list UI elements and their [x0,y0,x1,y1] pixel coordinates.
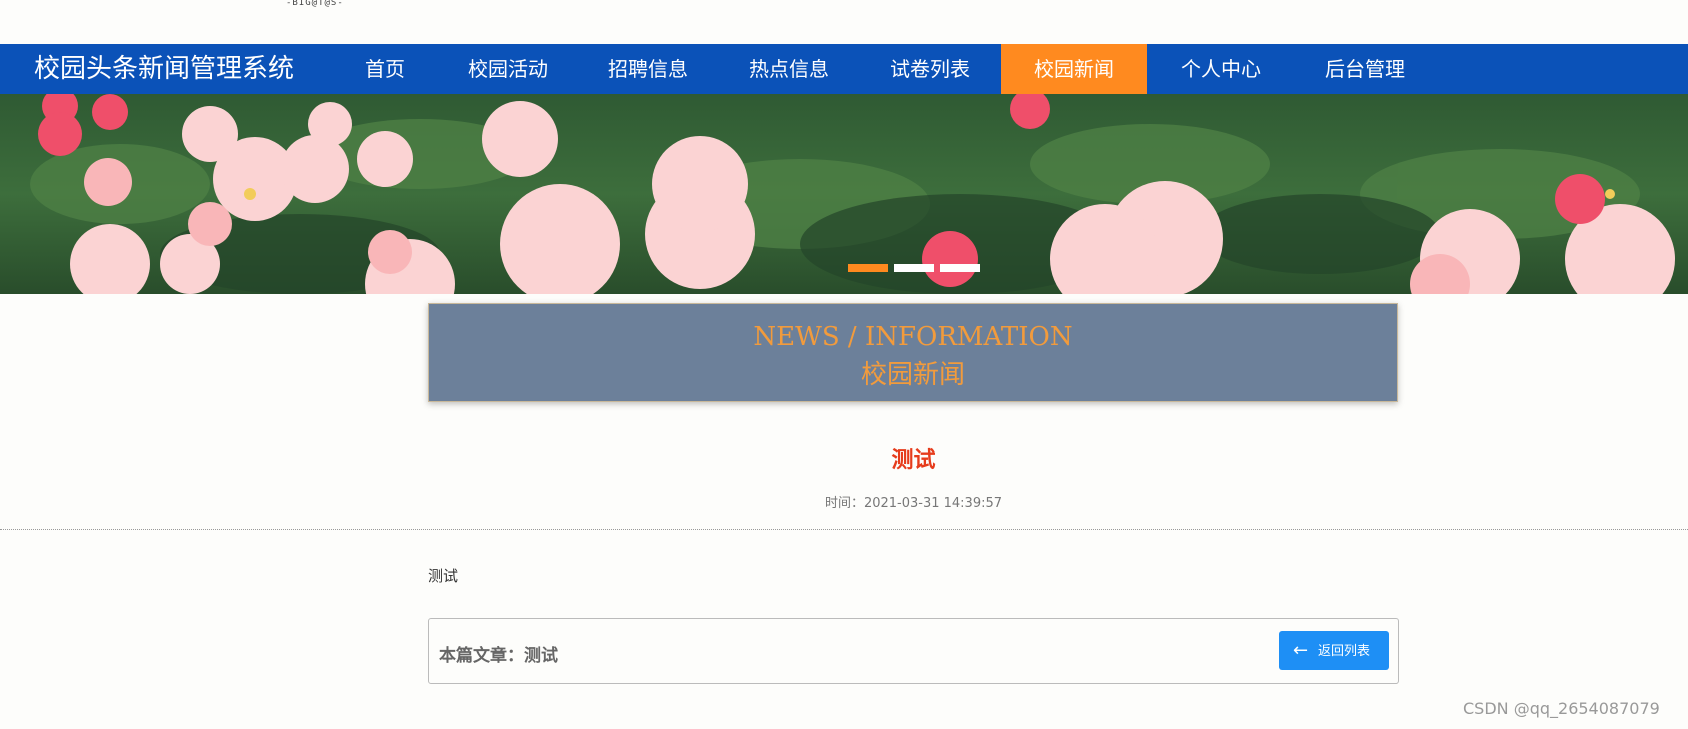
nav-item-personal-center[interactable]: 个人中心 [1171,44,1271,94]
nav-item-admin[interactable]: 后台管理 [1315,44,1415,94]
current-article-label: 本篇文章：测试 [439,646,558,666]
peony-banner-image [30,94,1675,294]
top-header: -BIG@T@S- [0,0,1688,44]
article-footer: 本篇文章：测试 ← 返回列表 [428,618,1399,684]
article-body: 测试 [428,567,459,585]
section-title-box: NEWS / INFORMATION 校园新闻 [428,303,1398,402]
section-title-cn: 校园新闻 [860,360,965,390]
banner-carousel[interactable] [0,94,1688,294]
carousel-dot-2[interactable] [894,264,934,272]
nav-item-campus-activities[interactable]: 校园活动 [458,44,558,94]
section-title-en: NEWS / INFORMATION [753,322,1073,352]
site-logo[interactable]: -BIG@T@S- [286,0,344,8]
nav-item-recruitment[interactable]: 招聘信息 [598,44,698,94]
divider [0,529,1688,530]
article-title: 测试 [891,448,936,473]
article-time: 时间：2021-03-31 14:39:57 [824,496,1003,511]
nav-item-campus-news[interactable]: 校园新闻 [1001,44,1147,94]
back-to-list-button[interactable]: ← 返回列表 [1279,631,1389,670]
nav-item-exam-list[interactable]: 试卷列表 [880,44,980,94]
brand-title[interactable]: 校园头条新闻管理系统 [34,44,294,94]
watermark: CSDN @qq_2654087079 [1463,699,1660,718]
nav-item-hot-info[interactable]: 热点信息 [739,44,839,94]
carousel-dot-3[interactable] [940,264,980,272]
nav-item-home[interactable]: 首页 [350,44,420,94]
carousel-dot-1[interactable] [848,264,888,272]
main-navbar: 校园头条新闻管理系统 首页 校园活动 招聘信息 热点信息 试卷列表 校园新闻 个… [0,44,1688,94]
back-to-list-label: 返回列表 [1318,644,1371,659]
arrow-left-icon: ← [1293,640,1309,661]
